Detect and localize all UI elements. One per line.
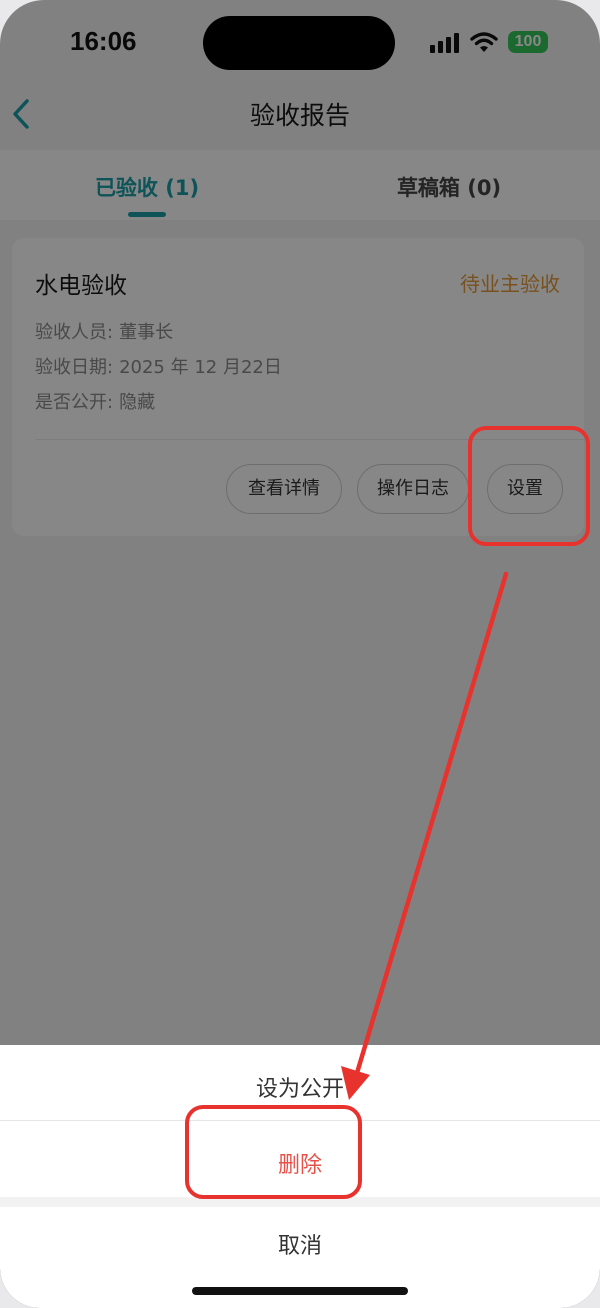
phone-screen: 16:06 100 验收报告 已验收 (1) 草稿箱 (0) 水电验收 待业主验… — [0, 0, 600, 1308]
home-indicator — [192, 1287, 408, 1295]
delete-highlight-box — [185, 1105, 362, 1199]
settings-highlight-box — [468, 426, 590, 546]
set-public-option[interactable]: 设为公开 — [0, 1071, 600, 1103]
cancel-option[interactable]: 取消 — [0, 1228, 600, 1260]
